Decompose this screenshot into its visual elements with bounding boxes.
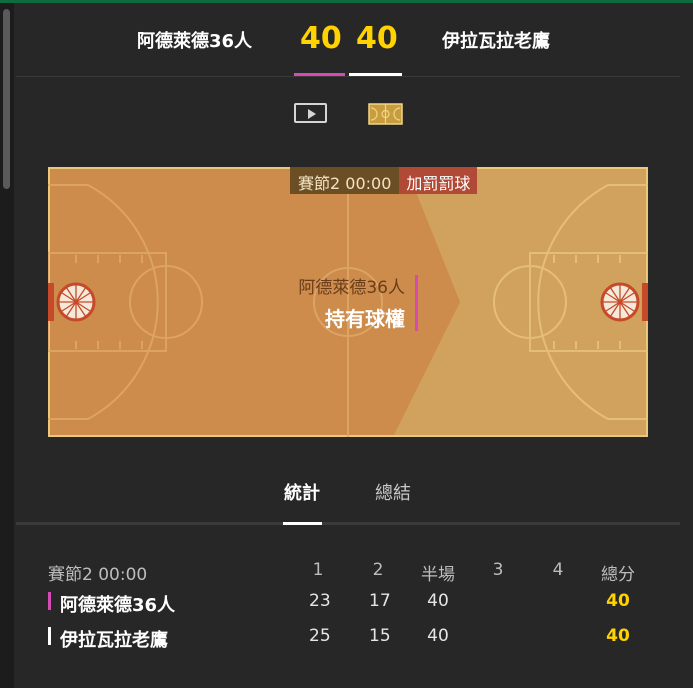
header-q3: 3 xyxy=(492,560,504,580)
away-row-team: 伊拉瓦拉老鷹 xyxy=(60,630,168,651)
home-half: 40 xyxy=(427,591,449,611)
tab-summary[interactable]: 總結 xyxy=(375,479,411,505)
possession-color-bar xyxy=(415,275,418,331)
active-tab-indicator xyxy=(283,522,322,525)
period-label: 賽節2 00:00 xyxy=(48,565,148,585)
away-team-color-bar xyxy=(349,73,402,76)
scrollbar-track[interactable] xyxy=(0,3,14,688)
tab-bar: 統計 總結 xyxy=(16,463,680,525)
header-total: 總分 xyxy=(601,565,635,585)
home-team-name: 阿德萊德36人 xyxy=(137,31,253,52)
event-label: 加罰罰球 xyxy=(399,167,478,194)
court-visualization: 賽節2 00:00 加罰罰球 阿德萊德36人 持有球權 xyxy=(48,167,648,437)
quarter-time: 賽節2 00:00 xyxy=(290,167,400,194)
possession-team: 阿德萊德36人 xyxy=(298,278,405,298)
scrollbar-thumb[interactable] xyxy=(3,9,10,189)
home-q2: 17 xyxy=(369,591,391,611)
home-total: 40 xyxy=(606,591,630,611)
away-half: 40 xyxy=(427,626,449,646)
game-status-banner: 賽節2 00:00 加罰罰球 xyxy=(290,167,478,194)
header-half: 半場 xyxy=(421,565,455,585)
away-score: 40 xyxy=(356,21,398,56)
video-icon[interactable] xyxy=(294,103,327,123)
away-q2: 15 xyxy=(369,626,391,646)
court-icon[interactable] xyxy=(368,103,403,125)
away-row-color-bar xyxy=(48,627,51,645)
home-row-color-bar xyxy=(48,592,51,610)
away-total: 40 xyxy=(606,626,630,646)
court-graphic xyxy=(48,167,648,437)
score-header: 阿德萊德36人 40 40 伊拉瓦拉老鷹 xyxy=(16,3,680,77)
header-q1: 1 xyxy=(312,560,324,580)
possession-label: 持有球權 xyxy=(325,307,405,331)
home-row-team: 阿德萊德36人 xyxy=(60,595,176,616)
away-q1: 25 xyxy=(309,626,331,646)
away-team-name: 伊拉瓦拉老鷹 xyxy=(442,31,550,52)
home-score: 40 xyxy=(300,21,342,56)
header-q2: 2 xyxy=(372,560,384,580)
home-q1: 23 xyxy=(309,591,331,611)
header-q4: 4 xyxy=(552,560,564,580)
tab-stats[interactable]: 統計 xyxy=(284,479,320,505)
home-team-color-bar xyxy=(294,73,345,76)
